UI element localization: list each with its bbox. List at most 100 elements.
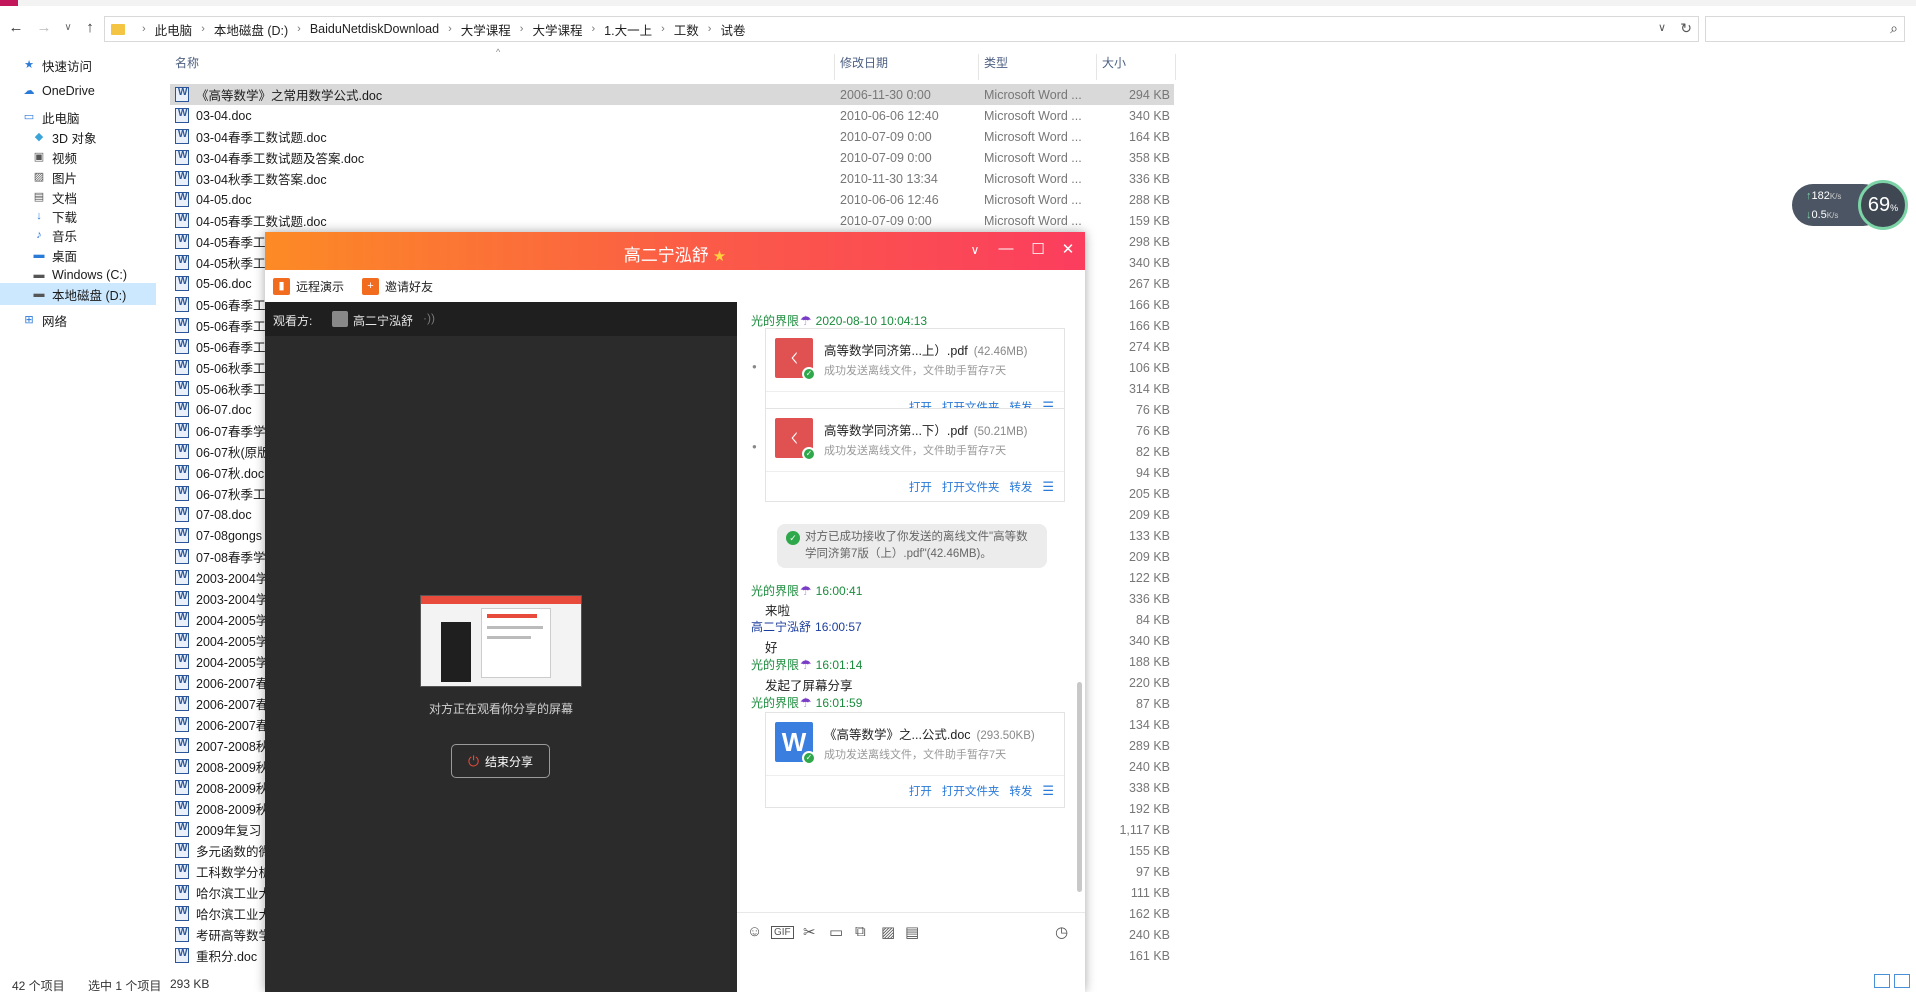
up-arrow-icon[interactable]: ↑ [80, 18, 100, 38]
preview-line [487, 636, 531, 639]
close-icon[interactable]: ✕ [1058, 240, 1078, 258]
sidebar-item[interactable]: ▣ 视频 [0, 146, 156, 168]
breadcrumb-separator-icon[interactable]: › [297, 23, 301, 35]
column-header-size[interactable]: 大小 [1102, 54, 1126, 76]
word-document-icon [175, 507, 189, 522]
details-view-icon[interactable] [1874, 974, 1890, 988]
breadcrumb-item[interactable]: 本地磁盘 (D:) [214, 20, 288, 39]
word-document-icon [175, 549, 189, 564]
search-input[interactable]: ⌕ [1705, 16, 1905, 42]
file-row[interactable]: 04-05春季工数试题.doc2010-07-09 0:00Microsoft … [170, 210, 1174, 231]
music-icon: ♪ [36, 229, 42, 241]
computer-icon: ▭ [23, 111, 35, 123]
sidebar-item[interactable]: ▨ 图片 [0, 166, 156, 188]
breadcrumb-item[interactable]: 大学课程 [461, 20, 511, 39]
file-name: 05-06.doc [196, 276, 252, 291]
forward-link[interactable]: 转发 [1009, 479, 1032, 495]
open-folder-link[interactable]: 打开文件夹 [942, 783, 1000, 799]
address-dropdown-icon[interactable]: ∨ [1658, 21, 1666, 34]
sidebar-item[interactable]: ⊞ 网络 [0, 309, 156, 331]
message-scrollbar[interactable] [1077, 682, 1082, 892]
refresh-icon[interactable]: ↻ [1680, 20, 1692, 37]
message-time: 2020-08-10 10:04:13 [815, 314, 928, 328]
network-speed-widget[interactable]: ↑182K/s ↓0.5K/s 69% [1792, 180, 1912, 230]
sidebar-item[interactable]: ▬ 本地磁盘 (D:) [0, 283, 156, 305]
word-document-icon [175, 129, 189, 144]
menu-icon[interactable]: ☰ [1042, 479, 1054, 495]
breadcrumb-item[interactable]: 工数 [674, 20, 699, 39]
emoji-icon[interactable]: ☺ [747, 923, 762, 940]
open-folder-link[interactable]: 打开文件夹 [942, 479, 1000, 495]
file-row[interactable]: 03-04春季工数试题及答案.doc2010-07-09 0:00Microso… [170, 147, 1174, 168]
file-row[interactable]: 03-04春季工数试题.doc2010-07-09 0:00Microsoft … [170, 126, 1174, 147]
file-card[interactable]: W ✓ 《高等数学》之...公式.doc (293.50KB) 成功发送离线文件，… [765, 712, 1065, 808]
file-date: 2006-11-30 0:00 [840, 87, 931, 102]
sidebar-item[interactable]: ★ 快速访问 [0, 54, 156, 76]
sidebar-item[interactable]: ▭ 此电脑 [0, 106, 156, 128]
check-icon: ✓ [786, 531, 800, 545]
column-header-name[interactable]: 名称 [175, 54, 199, 76]
sender-name: 高二宁泓舒 [751, 620, 812, 634]
power-icon: ⏻ [467, 752, 480, 769]
column-header-type[interactable]: 类型 [984, 54, 1008, 76]
end-share-button[interactable]: ⏻ 结束分享 [451, 744, 550, 778]
image-icon[interactable]: ▨ [881, 923, 895, 941]
drive-icon: ▬ [33, 269, 45, 281]
recent-locations-chevron-icon[interactable]: ∨ [58, 18, 78, 38]
forward-link[interactable]: 转发 [1009, 783, 1032, 799]
sidebar-item[interactable]: ▬ 桌面 [0, 244, 156, 266]
address-bar[interactable]: › 此电脑 › 本地磁盘 (D:) › BaiduNetdiskDownload › 大学课程… [104, 16, 1699, 42]
file-name: 04-05春季工 [196, 236, 266, 250]
file-row[interactable]: 03-04.doc2010-06-06 12:40Microsoft Word … [170, 105, 1174, 126]
memory-usage-ring: 69% [1858, 180, 1908, 230]
file-row[interactable]: 《高等数学》之常用数学公式.doc2006-11-30 0:00Microsof… [170, 84, 1174, 105]
maximize-icon[interactable]: ☐ [1028, 240, 1048, 258]
screen-icon[interactable]: ⧉ [855, 923, 866, 940]
breadcrumb-separator-icon[interactable]: › [520, 23, 524, 35]
invite-friend-button[interactable]: + 邀请好友 [362, 277, 433, 295]
breadcrumb-separator-icon[interactable]: › [661, 23, 665, 35]
remote-demo-button[interactable]: ▮ 远程演示 [273, 277, 344, 295]
red-packet-icon[interactable]: ▤ [905, 923, 919, 941]
breadcrumb-separator-icon[interactable]: › [448, 23, 452, 35]
open-link[interactable]: 打开 [909, 783, 932, 799]
sidebar-item[interactable]: ♪ 音乐 [0, 224, 156, 246]
check-icon: ✓ [802, 447, 816, 461]
open-link[interactable]: 打开 [909, 479, 932, 495]
system-note: ✓ 对方已成功接收了你发送的离线文件"高等数学同济第7版（上）.pdf"(42.… [777, 524, 1047, 568]
chevron-down-icon[interactable]: ∨ [965, 243, 985, 257]
file-name-text: 高等数学同济第...下）.pdf [824, 424, 968, 438]
column-header-date[interactable]: 修改日期 [840, 54, 888, 76]
message-text: 好 [765, 641, 778, 655]
forward-arrow-icon[interactable]: → [34, 18, 54, 38]
sidebar-item[interactable]: ◆ 3D 对象 [0, 126, 156, 148]
breadcrumb-item[interactable]: BaiduNetdiskDownload [310, 22, 439, 36]
scissors-icon[interactable]: ✂ [803, 923, 816, 941]
minimize-icon[interactable]: — [996, 240, 1016, 257]
large-icons-view-icon[interactable] [1894, 974, 1910, 988]
presentation-icon: ▮ [273, 277, 290, 295]
breadcrumb-separator-icon[interactable]: › [142, 23, 146, 35]
menu-icon[interactable]: ☰ [1042, 783, 1054, 799]
sidebar-item-label: OneDrive [42, 84, 95, 98]
breadcrumb-item[interactable]: 大学课程 [532, 20, 582, 39]
breadcrumb-item[interactable]: 1.大一上 [604, 20, 652, 39]
file-row[interactable]: 03-04秋季工数答案.doc2010-11-30 13:34Microsoft… [170, 168, 1174, 189]
breadcrumb-separator-icon[interactable]: › [591, 23, 595, 35]
word-document-icon [175, 486, 189, 501]
sidebar-item[interactable]: ☁ OneDrive [0, 80, 156, 102]
file-row[interactable]: 04-05.doc2010-06-06 12:46Microsoft Word … [170, 189, 1174, 210]
folder-icon[interactable]: ▭ [829, 923, 843, 941]
breadcrumb-separator-icon[interactable]: › [201, 23, 205, 35]
sidebar-item-label: Windows (C:) [52, 268, 128, 282]
breadcrumb-item[interactable]: 此电脑 [155, 20, 193, 39]
back-arrow-icon[interactable]: ← [6, 18, 26, 38]
gif-icon[interactable]: GIF [771, 926, 794, 939]
history-icon[interactable]: ◷ [1055, 923, 1068, 941]
file-name: 07-08春季学 [196, 551, 266, 565]
breadcrumb-separator-icon[interactable]: › [708, 23, 712, 35]
file-card[interactable]: ᚲ ✓ 高等数学同济第...下）.pdf (50.21MB) 成功发送离线文件，文… [765, 408, 1065, 502]
chat-title-bar[interactable]: 高二宁泓舒 ★ ∨ — ☐ ✕ [265, 232, 1085, 270]
download-icon: ↓ [36, 210, 42, 222]
breadcrumb-item[interactable]: 试卷 [720, 20, 745, 39]
